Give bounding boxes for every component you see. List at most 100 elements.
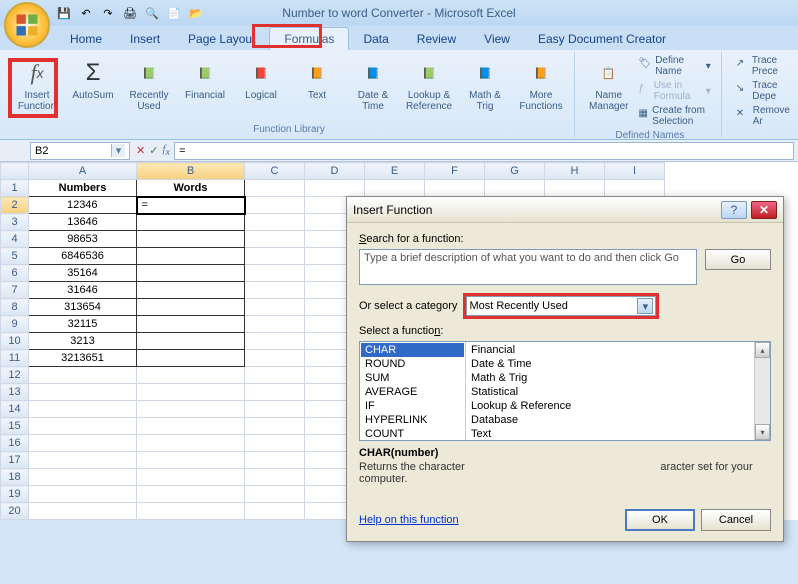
trace-precedents-button[interactable]: ↗Trace Prece [732, 54, 797, 78]
cancel-button[interactable]: Cancel [701, 509, 771, 531]
row-header[interactable]: 5 [1, 248, 29, 265]
cell[interactable]: Words [137, 180, 245, 197]
cell[interactable]: 98653 [29, 231, 137, 248]
name-manager-button[interactable]: 📋 Name Manager [585, 54, 632, 128]
close-button[interactable]: ✕ [751, 201, 777, 219]
row-header[interactable]: 1 [1, 180, 29, 197]
undo-icon[interactable]: ↶ [78, 5, 94, 21]
new-icon[interactable]: 📄 [166, 5, 182, 21]
list-item[interactable]: COUNT [361, 427, 464, 441]
row-header[interactable]: 14 [1, 401, 29, 418]
remove-arrows-button[interactable]: ✕Remove Ar [732, 104, 797, 128]
row-header[interactable]: 2 [1, 197, 29, 214]
recently-used-button[interactable]: 📗 Recently Used [122, 54, 176, 122]
list-item[interactable]: Lookup & Reference [467, 399, 771, 413]
col-header-C[interactable]: C [245, 163, 305, 180]
tab-insert[interactable]: Insert [116, 28, 174, 50]
save-icon[interactable]: 💾 [56, 5, 72, 21]
chevron-down-icon[interactable]: ▾ [637, 298, 653, 314]
math-trig-button[interactable]: 📘 Math & Trig [458, 54, 512, 122]
function-listbox[interactable]: CHAR ROUND SUM AVERAGE IF HYPERLINK COUN… [359, 341, 771, 441]
list-item[interactable]: Financial [467, 343, 771, 357]
list-item[interactable]: AVERAGE [361, 385, 464, 399]
col-header-G[interactable]: G [485, 163, 545, 180]
list-item[interactable]: IF [361, 399, 464, 413]
more-functions-button[interactable]: 📙 More Functions [514, 54, 568, 122]
row-header[interactable]: 6 [1, 265, 29, 282]
row-header[interactable]: 15 [1, 418, 29, 435]
ok-button[interactable]: OK [625, 509, 695, 531]
tab-review[interactable]: Review [403, 28, 470, 50]
scroll-up-icon[interactable]: ▴ [755, 342, 770, 358]
col-header-E[interactable]: E [365, 163, 425, 180]
redo-icon[interactable]: ↷ [100, 5, 116, 21]
list-item[interactable]: Text [467, 427, 771, 441]
list-item[interactable]: Date & Time [467, 357, 771, 371]
autosum-button[interactable]: Σ AutoSum [66, 54, 120, 122]
tab-easy-doc[interactable]: Easy Document Creator [524, 28, 680, 50]
tab-data[interactable]: Data [349, 28, 402, 50]
insert-function-button[interactable]: fx Insert Function [10, 54, 64, 122]
tab-page-layout[interactable]: Page Layout [174, 28, 269, 50]
define-name-button[interactable]: 🏷Define Name▾ [634, 54, 714, 78]
row-header[interactable]: 12 [1, 367, 29, 384]
row-header[interactable]: 11 [1, 350, 29, 367]
row-header[interactable]: 19 [1, 486, 29, 503]
help-button[interactable]: ? [721, 201, 747, 219]
cell[interactable]: 313654 [29, 299, 137, 316]
scroll-down-icon[interactable]: ▾ [755, 424, 770, 440]
chevron-down-icon[interactable]: ▾ [111, 144, 125, 157]
row-header[interactable]: 20 [1, 503, 29, 520]
row-header[interactable]: 7 [1, 282, 29, 299]
create-from-selection-button[interactable]: ▦Create from Selection [634, 104, 714, 128]
list-item[interactable]: Math & Trig [467, 371, 771, 385]
search-input[interactable]: Type a brief description of what you wan… [359, 249, 697, 285]
use-in-formula-button[interactable]: ƒUse in Formula▾ [634, 79, 714, 103]
trace-dependents-button[interactable]: ↘Trace Depe [732, 79, 797, 103]
cell[interactable]: 12346 [29, 197, 137, 214]
row-header[interactable]: 13 [1, 384, 29, 401]
row-header[interactable]: 18 [1, 469, 29, 486]
cell[interactable]: Numbers [29, 180, 137, 197]
list-item[interactable]: HYPERLINK [361, 413, 464, 427]
tab-view[interactable]: View [470, 28, 524, 50]
dialog-titlebar[interactable]: Insert Function ? ✕ [347, 197, 783, 223]
cell[interactable]: 32115 [29, 316, 137, 333]
text-button[interactable]: 📙 Text [290, 54, 344, 122]
col-header-D[interactable]: D [305, 163, 365, 180]
active-cell[interactable]: = [137, 197, 245, 214]
cell[interactable]: 13646 [29, 214, 137, 231]
print-icon[interactable]: 🖨 [122, 5, 138, 21]
list-item[interactable]: CHAR [361, 343, 464, 357]
list-item[interactable]: Database [467, 413, 771, 427]
cell[interactable] [245, 180, 305, 197]
logical-button[interactable]: 📕 Logical [234, 54, 288, 122]
row-header[interactable]: 9 [1, 316, 29, 333]
lookup-ref-button[interactable]: 📗 Lookup & Reference [402, 54, 456, 122]
date-time-button[interactable]: 📘 Date & Time [346, 54, 400, 122]
col-header-B[interactable]: B [137, 163, 245, 180]
row-header[interactable]: 8 [1, 299, 29, 316]
category-dropdown[interactable]: Most Recently Used ▾ [466, 296, 656, 316]
row-header[interactable]: 4 [1, 231, 29, 248]
open-icon[interactable]: 📂 [188, 5, 204, 21]
list-item[interactable]: SUM [361, 371, 464, 385]
preview-icon[interactable]: 🔍 [144, 5, 160, 21]
col-header-F[interactable]: F [425, 163, 485, 180]
help-link[interactable]: Help on this function [359, 514, 459, 526]
cell[interactable]: 6846536 [29, 248, 137, 265]
col-header-I[interactable]: I [605, 163, 665, 180]
name-box[interactable]: B2▾ [30, 142, 130, 160]
financial-button[interactable]: 📗 Financial [178, 54, 232, 122]
tab-home[interactable]: Home [56, 28, 116, 50]
cell[interactable]: 35164 [29, 265, 137, 282]
formula-input[interactable]: = [174, 142, 794, 160]
fx-icon[interactable]: fx [162, 143, 170, 157]
go-button[interactable]: Go [705, 249, 771, 270]
row-header[interactable]: 3 [1, 214, 29, 231]
office-button[interactable] [4, 2, 50, 48]
row-header[interactable]: 17 [1, 452, 29, 469]
select-all-corner[interactable] [1, 163, 29, 180]
cancel-formula-icon[interactable]: ✕ [136, 144, 145, 157]
cell[interactable]: 3213 [29, 333, 137, 350]
